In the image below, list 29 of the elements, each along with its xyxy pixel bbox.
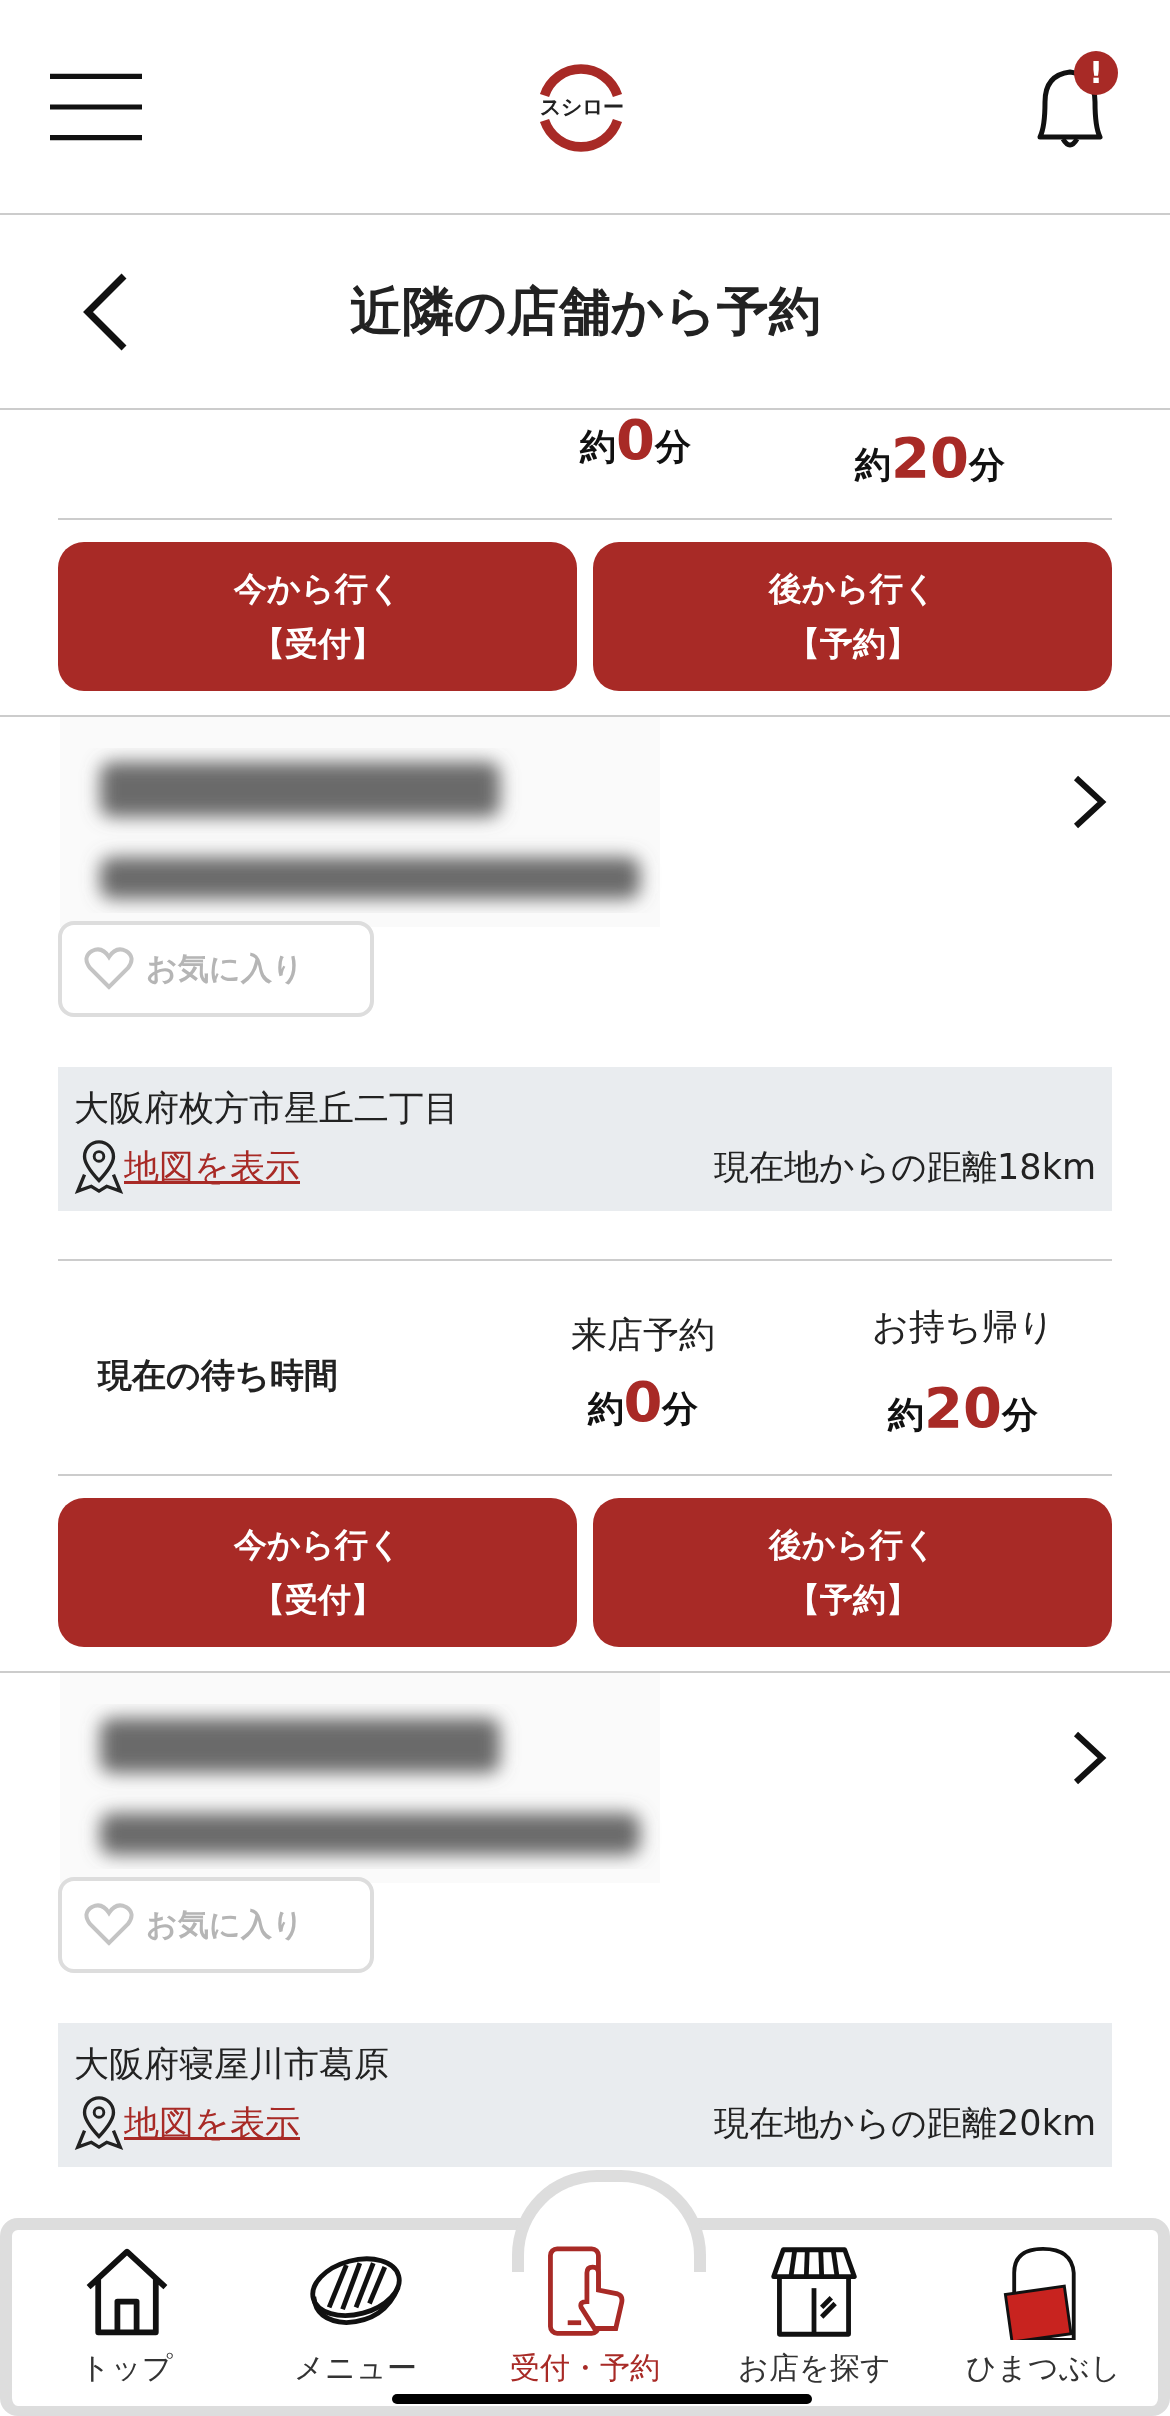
heart-icon [84, 947, 134, 991]
wait-time: 約0分 [580, 412, 691, 468]
map-link[interactable]: 地図を表示 [124, 2099, 300, 2147]
nav-tab[interactable]: メニュー [241, 2244, 471, 2406]
nav-tab[interactable]: お店を探す [699, 2244, 929, 2406]
map-pin-icon [74, 1140, 124, 1194]
address-text: 大阪府枚方市星丘二丁目 [74, 1087, 460, 1130]
map-pin-icon [74, 2096, 124, 2150]
reserve-button[interactable]: 後から行く 【予約】 [593, 1498, 1112, 1647]
heart-icon [84, 1903, 134, 1947]
wait-type-label: お持ち帰り [871, 1305, 1055, 1349]
nav-tab[interactable]: トップ [12, 2244, 242, 2406]
wait-time: 約20分 [888, 1380, 1038, 1436]
nav-tab[interactable]: 受付・予約 [470, 2244, 700, 2406]
reserve-button[interactable]: 今から行く 【受付】 [58, 1498, 577, 1647]
page-title: 近隣の店舗から予約 [349, 279, 821, 343]
reserve-button[interactable]: 今から行く 【受付】 [58, 542, 577, 691]
alert-badge: ! [1074, 50, 1118, 95]
map-link[interactable]: 地図を表示 [124, 1143, 300, 1191]
distance-text: 現在地からの距離20km [714, 2101, 1096, 2145]
wait-time: 約0分 [587, 1374, 699, 1430]
distance-text: 現在地からの距離18km [714, 1145, 1096, 1189]
wait-time-label: 現在の待ち時間 [98, 1354, 338, 1397]
wait-type-label: 来店予約 [571, 1313, 715, 1357]
wait-time: 約20分 [855, 430, 1005, 486]
nav-tab[interactable]: ひまつぶし [928, 2244, 1158, 2406]
logo: スシロー [533, 58, 629, 155]
address-text: 大阪府寝屋川市葛原 [74, 2043, 390, 2086]
reserve-button[interactable]: 後から行く 【予約】 [593, 542, 1112, 691]
